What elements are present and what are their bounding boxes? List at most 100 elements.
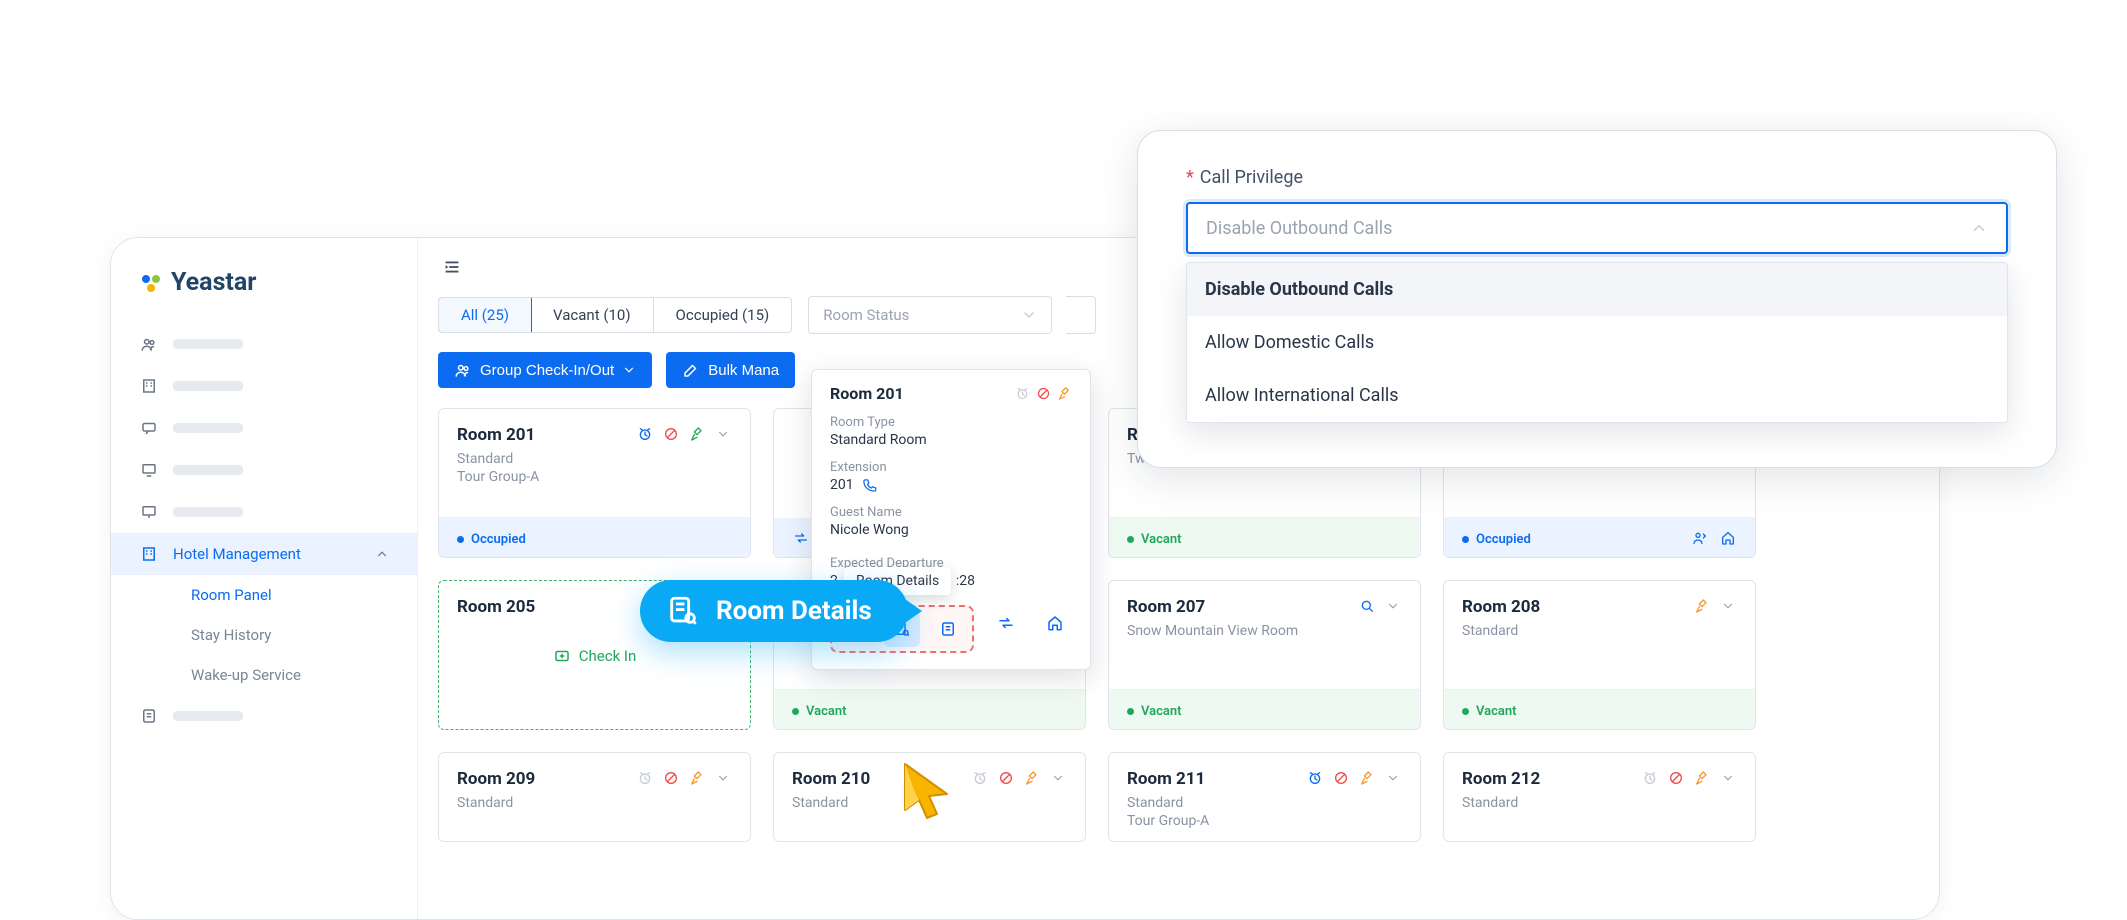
call-privilege-dropdown: Disable Outbound Calls Allow Domestic Ca… [1186,262,2008,423]
ban-icon [1332,769,1350,787]
popover-title: Room 201 [830,384,904,403]
phone-icon[interactable] [862,478,877,493]
more-chevron-icon[interactable] [714,425,732,443]
building-icon [139,376,159,396]
chevron-down-icon [622,363,636,377]
room-status-bar: Vacant [1444,689,1755,729]
nav-item-placeholder-3[interactable] [111,407,417,449]
room-card-212[interactable]: Room 212 Standard [1443,752,1756,842]
cleaning-icon [688,769,706,787]
room-title: Room 211 [1127,769,1209,789]
call-privilege-select[interactable]: Disable Outbound Calls [1186,202,2008,254]
alarm-icon [1641,769,1659,787]
room-card-208[interactable]: Room 208 Standard Vacant [1443,580,1756,730]
call-privilege-label: *Call Privilege [1186,167,2008,188]
room-type: Standard [457,795,535,811]
group-checkin-button[interactable]: Group Check-In/Out [438,352,652,388]
secondary-filter-cutoff[interactable] [1066,296,1096,334]
note-icon [139,706,159,726]
subnav: Room Panel Stay History Wake-up Service [111,575,417,695]
subnav-wakeup-service[interactable]: Wake-up Service [151,655,417,695]
cursor-icon [897,760,957,830]
option-allow-international[interactable]: Allow International Calls [1187,369,2007,422]
swap-icon[interactable] [792,529,810,547]
alarm-icon [1306,769,1324,787]
cleaning-icon [1023,769,1041,787]
room-status-placeholder: Room Status [823,306,909,324]
nav-item-hotel-management[interactable]: Hotel Management [111,533,417,575]
alarm-icon [1015,386,1030,401]
group-icon [454,361,472,379]
alarm-icon [636,425,654,443]
filter-tab-occupied[interactable]: Occupied (15) [654,298,792,332]
bubble-text: Room Details [716,596,872,626]
more-chevron-icon[interactable] [1719,769,1737,787]
plus-box-icon [553,647,571,665]
more-chevron-icon[interactable] [1049,769,1067,787]
room-type: Standard [792,795,870,811]
room-card-209[interactable]: Room 209 Standard [438,752,751,842]
alarm-icon [971,769,989,787]
notes-action[interactable] [930,611,966,647]
option-disable-outbound[interactable]: Disable Outbound Calls [1187,263,2007,316]
more-chevron-icon[interactable] [1719,597,1737,615]
room-title: Room 209 [457,769,535,789]
room-card-201[interactable]: Room 201 Standard Tour Group-A Occupied [438,408,751,558]
filter-tab-vacant[interactable]: Vacant (10) [531,298,654,332]
more-chevron-icon[interactable] [1384,769,1402,787]
sidebar-collapse-button[interactable] [438,253,466,281]
edit-icon [682,361,700,379]
yeastar-logo-icon [139,271,163,295]
ban-icon [662,769,680,787]
room-card-211[interactable]: Room 211 Standard Tour Group-A [1108,752,1421,842]
room-status-bar: Vacant [774,689,1085,729]
nav-item-placeholder-1[interactable] [111,323,417,365]
room-card-207[interactable]: Room 207 Snow Mountain View Room Vacant [1108,580,1421,730]
more-chevron-icon[interactable] [1384,597,1402,615]
bulk-manage-button[interactable]: Bulk Mana [666,352,795,388]
nav-item-placeholder-6[interactable] [111,695,417,737]
chevron-up-icon [375,547,389,561]
subnav-stay-history[interactable]: Stay History [151,615,417,655]
cleaning-icon [1693,597,1711,615]
subnav-room-panel[interactable]: Room Panel [151,575,417,615]
room-status-bar: Vacant [1109,517,1420,557]
ban-icon [662,425,680,443]
room-title: Room 208 [1462,597,1540,617]
option-allow-domestic[interactable]: Allow Domestic Calls [1187,316,2007,369]
room-status-select[interactable]: Room Status [808,296,1052,334]
ban-icon [1036,386,1051,401]
monitor-icon [139,460,159,480]
cleaning-icon [1693,769,1711,787]
doc-search-icon [666,594,700,628]
checkout-action[interactable] [1037,605,1072,641]
nav-item-placeholder-2[interactable] [111,365,417,407]
extension-label: Extension [830,460,1072,475]
nav-item-placeholder-4[interactable] [111,449,417,491]
user-icon [139,334,159,354]
more-chevron-icon[interactable] [714,769,732,787]
filter-tab-all[interactable]: All (25) [438,297,532,333]
room-type: Standard [1462,795,1540,811]
screen-icon [139,502,159,522]
brand-name: Yeastar [171,268,256,297]
hotel-icon [139,544,159,564]
room-type: Standard [1462,623,1540,639]
room-title: Room 210 [792,769,870,789]
room-type-value: Standard Room [830,432,1072,448]
guest-value: Nicole Wong [830,522,1072,538]
user-swap-icon[interactable] [1691,529,1709,547]
room-status-bar: Occupied [1444,517,1755,557]
chevron-up-icon [1970,219,1988,237]
room-title: Room 205 [457,597,535,617]
ban-icon [997,769,1015,787]
ban-icon [1667,769,1685,787]
search-icon[interactable] [1358,597,1376,615]
home-icon[interactable] [1719,529,1737,547]
swap-action[interactable] [988,605,1023,641]
room-type: Snow Mountain View Room [1127,623,1298,639]
extension-value: 201 [830,477,1072,493]
chat-icon [139,418,159,438]
room-status-bar: Vacant [1109,689,1420,729]
nav-item-placeholder-5[interactable] [111,491,417,533]
